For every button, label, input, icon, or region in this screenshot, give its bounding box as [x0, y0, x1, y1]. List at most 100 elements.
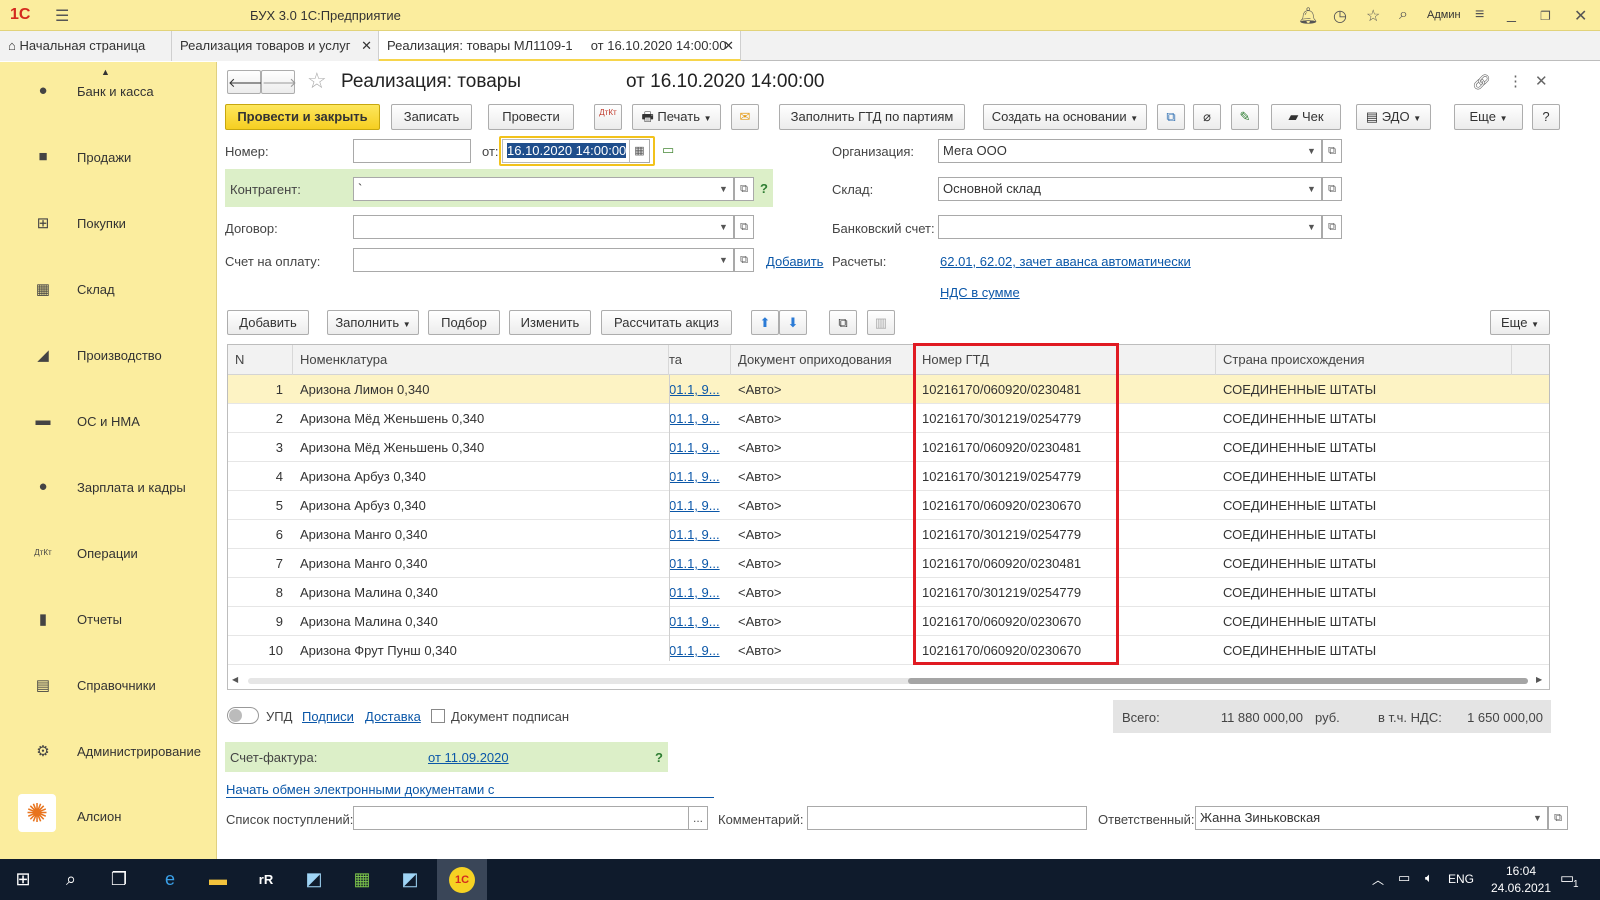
contract-field[interactable]: [353, 215, 715, 239]
cell-item[interactable]: Аризона Лимон 0,340: [293, 375, 669, 404]
fill-gtd-button[interactable]: Заполнить ГТД по партиям: [779, 104, 965, 130]
invoice-help-icon[interactable]: ?: [655, 750, 663, 765]
vat-link[interactable]: НДС в сумме: [940, 285, 1020, 300]
cell-account[interactable]: 01.1, 9...: [669, 636, 731, 665]
cell-n[interactable]: 8: [228, 578, 293, 607]
user-name[interactable]: Админ: [1427, 9, 1461, 21]
sidebar-item-salary[interactable]: ● Зарплата и кадры: [0, 473, 216, 503]
sidebar-item-production[interactable]: ◢ Производство: [0, 341, 216, 371]
table-row[interactable]: 8 Аризона Малина 0,340 01.1, 9... <Авто> 102…: [228, 578, 1549, 607]
sidebar-item-bank[interactable]: ● Банк и касса: [0, 77, 216, 107]
table-more-button[interactable]: Еще ▼: [1490, 310, 1550, 335]
signatures-link[interactable]: Подписи: [302, 709, 354, 724]
clock-date[interactable]: 24.06.2021: [1486, 881, 1556, 895]
cell-n[interactable]: 5: [228, 491, 293, 520]
scrollbar-thumb[interactable]: [908, 678, 1528, 684]
paste-rows-icon[interactable]: ▥: [867, 310, 895, 335]
table-row[interactable]: 6 Аризона Манго 0,340 01.1, 9... <Авто> 1021…: [228, 520, 1549, 549]
cell-country[interactable]: СОЕДИНЕННЫЕ ШТАТЫ: [1216, 549, 1512, 578]
email-button[interactable]: ✉: [731, 104, 759, 130]
cell-n[interactable]: 9: [228, 607, 293, 636]
cell-account[interactable]: 01.1, 9...: [669, 578, 731, 607]
column-header-country[interactable]: Страна происхождения: [1216, 345, 1512, 375]
warehouse-field[interactable]: Основной склад: [938, 177, 1303, 201]
table-row[interactable]: 10 Аризона Фрут Пунш 0,340 01.1, 9... <Авто…: [228, 636, 1549, 665]
close-tab-icon[interactable]: ✕: [723, 31, 734, 59]
minimize-icon[interactable]: _: [1507, 6, 1516, 24]
cell-receipt-doc[interactable]: <Авто>: [731, 520, 915, 549]
more-button[interactable]: Еще ▼: [1454, 104, 1523, 130]
tray-chevron-icon[interactable]: ︿: [1372, 871, 1384, 888]
table-row[interactable]: 7 Аризона Манго 0,340 01.1, 9... <Авто> 1021…: [228, 549, 1549, 578]
warehouse-dropdown-icon[interactable]: ▼: [1302, 177, 1322, 201]
star-icon[interactable]: ☆: [1366, 6, 1380, 26]
scroll-left-icon[interactable]: ◀: [232, 675, 238, 684]
contract-dropdown-icon[interactable]: ▼: [714, 215, 734, 239]
organization-open-icon[interactable]: ⧉: [1322, 139, 1342, 163]
sidebar-item-purchases[interactable]: ⊞ Покупки: [0, 209, 216, 239]
search-icon[interactable]: ⌕: [48, 859, 94, 900]
number-field[interactable]: [353, 139, 471, 163]
invoice-facture-link[interactable]: от 11.09.2020: [428, 750, 509, 765]
help-button[interactable]: ?: [1532, 104, 1560, 130]
cell-account[interactable]: 01.1, 9...: [669, 520, 731, 549]
cell-item[interactable]: Аризона Мёд Женьшень 0,340: [293, 404, 669, 433]
cell-n[interactable]: 4: [228, 462, 293, 491]
task-view-icon[interactable]: ❐: [96, 859, 142, 900]
cell-account[interactable]: 01.1, 9...: [669, 607, 731, 636]
move-up-icon[interactable]: ⬆: [751, 310, 779, 335]
history-icon[interactable]: ◷: [1333, 6, 1347, 26]
column-header-item[interactable]: Номенклатура: [293, 345, 669, 375]
cell-receipt-doc[interactable]: <Авто>: [731, 433, 915, 462]
sidebar-item-reports[interactable]: ▮ Отчеты: [0, 605, 216, 635]
invoice-field[interactable]: [353, 248, 715, 272]
counterparty-dropdown-icon[interactable]: ▼: [714, 177, 734, 201]
sign-button[interactable]: ✎: [1231, 104, 1259, 130]
cell-country[interactable]: СОЕДИНЕННЫЕ ШТАТЫ: [1216, 607, 1512, 636]
app-icon[interactable]: ◩: [291, 859, 337, 900]
network-icon[interactable]: ▭: [1398, 870, 1410, 886]
table-row[interactable]: 2 Аризона Мёд Женьшень 0,340 01.1, 9... <Ав…: [228, 404, 1549, 433]
warehouse-open-icon[interactable]: ⧉: [1322, 177, 1342, 201]
bank-account-open-icon[interactable]: ⧉: [1322, 215, 1342, 239]
app-icon-2[interactable]: ◩: [387, 859, 433, 900]
column-header-receipt-doc[interactable]: Документ оприходования: [731, 345, 915, 375]
sidebar-item-admin[interactable]: ⚙ Администрирование: [0, 737, 216, 767]
add-row-button[interactable]: Добавить: [227, 310, 309, 335]
volume-icon[interactable]: 🔈︎: [1425, 870, 1433, 886]
cell-account[interactable]: 01.1, 9...: [669, 462, 731, 491]
edo-button[interactable]: ▤ ЭДО ▼: [1356, 104, 1431, 130]
fill-button[interactable]: Заполнить ▼: [327, 310, 419, 335]
tab-sales-list[interactable]: Реализация товаров и услуг ✕: [172, 31, 379, 61]
search-icon[interactable]: ⌕: [1399, 6, 1408, 24]
cell-receipt-doc[interactable]: <Авто>: [731, 549, 915, 578]
ie-browser-icon[interactable]: e: [147, 859, 193, 900]
cell-item[interactable]: Аризона Манго 0,340: [293, 549, 669, 578]
1c-taskbar-icon[interactable]: 1С: [437, 859, 487, 900]
receipts-field[interactable]: [353, 806, 689, 830]
receipts-select-button[interactable]: ...: [688, 806, 708, 830]
scroll-up-icon[interactable]: ▲: [101, 67, 110, 77]
language-indicator[interactable]: ENG: [1448, 872, 1474, 886]
cell-item[interactable]: Аризона Малина 0,340: [293, 578, 669, 607]
sidebar-item-operations[interactable]: ДтКт Операции: [0, 539, 216, 569]
windows-start-icon[interactable]: ⊞: [0, 859, 46, 900]
change-button[interactable]: Изменить: [509, 310, 591, 335]
cell-account[interactable]: 01.1, 9...: [669, 433, 731, 462]
cell-n[interactable]: 10: [228, 636, 293, 665]
cell-receipt-doc[interactable]: <Авто>: [731, 375, 915, 404]
create-based-on-button[interactable]: Создать на основании ▼: [983, 104, 1147, 130]
invoice-dropdown-icon[interactable]: ▼: [714, 248, 734, 272]
more-vertical-icon[interactable]: ⋮: [1508, 72, 1523, 90]
structure-button[interactable]: ⧉: [1157, 104, 1185, 130]
table-row[interactable]: 1 Аризона Лимон 0,340 01.1, 9... <Авто> 1021…: [228, 375, 1549, 404]
hamburger-menu-icon[interactable]: ☰: [55, 6, 69, 26]
cell-n[interactable]: 7: [228, 549, 293, 578]
table-row[interactable]: 9 Аризона Малина 0,340 01.1, 9... <Авто> 102…: [228, 607, 1549, 636]
link-icon[interactable]: 🔗︎: [1472, 73, 1491, 91]
cell-country[interactable]: СОЕДИНЕННЫЕ ШТАТЫ: [1216, 491, 1512, 520]
cell-country[interactable]: СОЕДИНЕННЫЕ ШТАТЫ: [1216, 462, 1512, 491]
table-row[interactable]: 3 Аризона Мёд Женьшень 0,340 01.1, 9... <Ав…: [228, 433, 1549, 462]
save-button[interactable]: Записать: [391, 104, 472, 130]
bank-account-field[interactable]: [938, 215, 1303, 239]
